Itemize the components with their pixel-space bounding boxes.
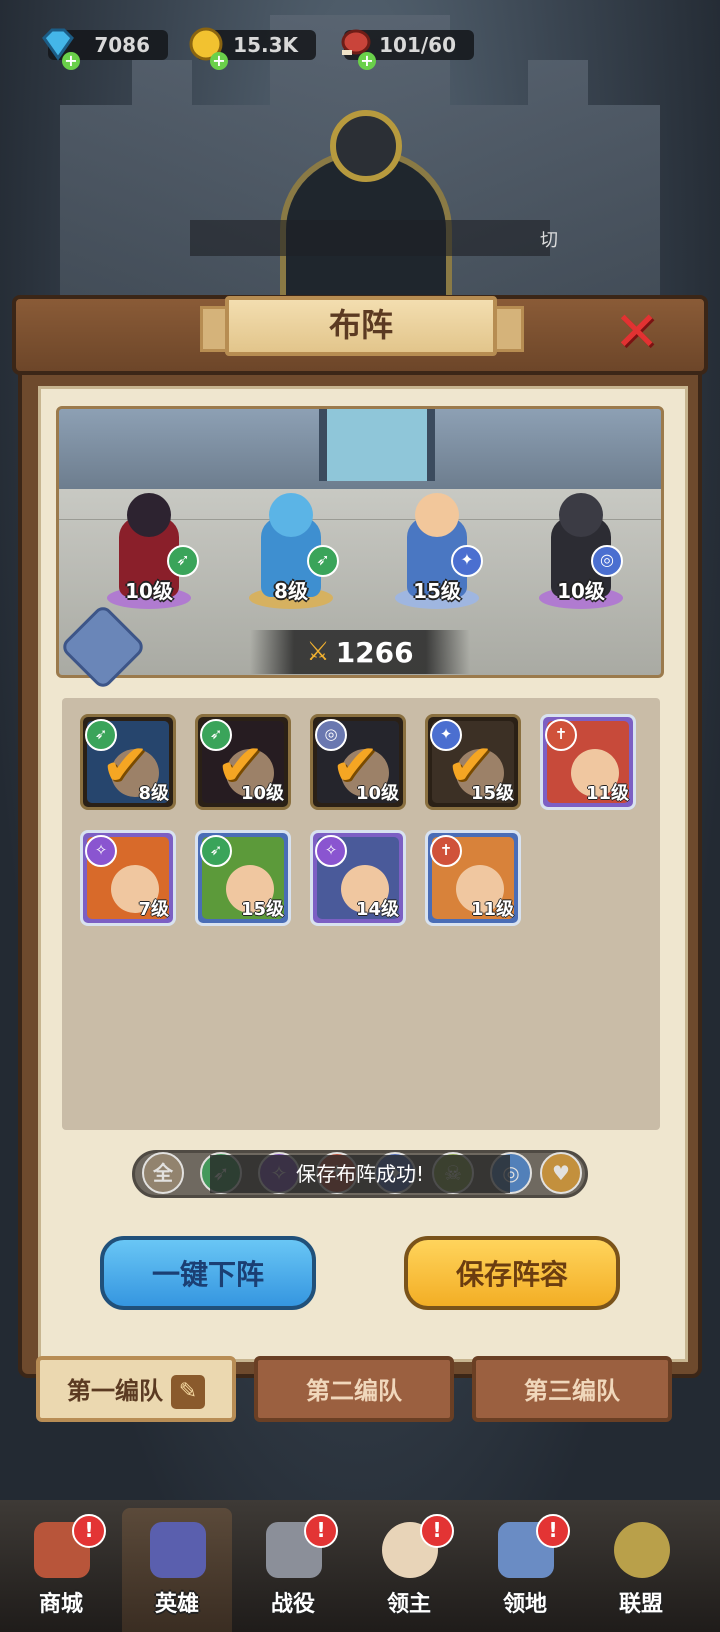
nav-campaign[interactable]: ! 战役 [238, 1508, 348, 1632]
hero-head [127, 493, 171, 537]
castle-emblem [330, 110, 402, 182]
hero-card-level: 11级 [470, 899, 514, 920]
hero-4-level: 10级 [557, 579, 605, 603]
unequip-all-button[interactable]: 一键下阵 [100, 1236, 316, 1310]
cross-icon: ✝ [545, 719, 577, 751]
notice-strip [190, 220, 550, 256]
hero-card[interactable]: ✧ 14级 [310, 830, 406, 926]
tab-team-2[interactable]: 第二编队 [254, 1356, 454, 1422]
bow-icon: ➶ [200, 835, 232, 867]
filter-all[interactable]: 全 [142, 1152, 184, 1194]
territory-alert-icon: ! [536, 1514, 570, 1548]
sword-power-icon: ⚔ [306, 637, 330, 667]
filter-heart-icon[interactable]: ♥ [540, 1152, 582, 1194]
nav-territory[interactable]: ! 领地 [470, 1508, 580, 1632]
hero-card[interactable]: ✝ 11级 [540, 714, 636, 810]
save-success-toast: 保存布阵成功! [210, 1155, 510, 1193]
hero-4-class-icon: ◎ [591, 545, 623, 577]
tab-team-1[interactable]: 第一编队 ✎ [36, 1356, 236, 1422]
team-power-value: 1266 [335, 635, 414, 669]
add-gems-icon[interactable]: + [62, 52, 80, 70]
hero-card[interactable]: ◎ ✔ 10级 [310, 714, 406, 810]
hero-head [415, 493, 459, 537]
tab-team-1-label: 第一编队 [67, 1377, 163, 1405]
hero-card-level: 8级 [138, 783, 169, 804]
lord-alert-icon: ! [420, 1514, 454, 1548]
tab-team-3[interactable]: 第三编队 [472, 1356, 672, 1422]
hero-3-level: 15级 [413, 579, 461, 603]
nav-heroes[interactable]: 英雄 [122, 1508, 232, 1632]
shop-alert-icon: ! [72, 1514, 106, 1548]
hero-card-level: 10级 [240, 783, 284, 804]
save-lineup-button[interactable]: 保存阵容 [404, 1236, 620, 1310]
nav-lord[interactable]: ! 领主 [354, 1508, 464, 1632]
nav-campaign-label: 战役 [270, 1592, 315, 1617]
add-gold-icon[interactable]: + [210, 52, 228, 70]
hero-card-level: 15级 [240, 899, 284, 920]
hero-card[interactable]: ✝ 11级 [425, 830, 521, 926]
cross-icon: ✝ [430, 835, 462, 867]
hero-card[interactable]: ➶ ✔ 8级 [80, 714, 176, 810]
gems-value: 7086 [94, 33, 150, 57]
hero-card-level: 7级 [138, 899, 169, 920]
close-x-icon: ✕ [614, 300, 660, 363]
gold-counter[interactable]: + 15.3K [189, 27, 316, 70]
knight-helmet-icon [614, 1522, 670, 1578]
nav-territory-label: 领地 [502, 1592, 547, 1617]
hero-card[interactable]: ✦ ✔ 15级 [425, 714, 521, 810]
hero-card-level: 14级 [355, 899, 399, 920]
hero-card-level: 11级 [585, 783, 629, 804]
team-power: ⚔ 1266 [250, 630, 470, 674]
hero-head [559, 493, 603, 537]
campaign-alert-icon: ! [304, 1514, 338, 1548]
nav-heroes-label: 英雄 [154, 1592, 199, 1617]
add-meat-icon[interactable]: + [358, 52, 376, 70]
hero-card-level: 10级 [355, 783, 399, 804]
nav-lord-label: 领主 [386, 1592, 431, 1617]
gems-counter[interactable]: + 7086 [42, 28, 168, 70]
hero-card-level: 15级 [470, 783, 514, 804]
meat-value: 101/60 [379, 33, 456, 57]
hero-3-class-icon: ✦ [451, 545, 483, 577]
hero-1-level: 10级 [125, 579, 173, 603]
hero-card[interactable]: ➶ ✔ 10级 [195, 714, 291, 810]
hero-card[interactable]: ➶ 15级 [195, 830, 291, 926]
edit-feather-icon[interactable]: ✎ [171, 1375, 205, 1409]
arena-gate [319, 409, 435, 481]
nav-alliance-label: 联盟 [618, 1592, 663, 1617]
hero-1-class-icon: ➶ [167, 545, 199, 577]
nav-alliance[interactable]: 联盟 [586, 1508, 696, 1632]
dialog-title: 布阵 [225, 296, 497, 356]
nav-shop-label: 商城 [38, 1592, 83, 1617]
hero-2-class-icon: ➶ [307, 545, 339, 577]
notice-glyph: 切 [540, 230, 558, 251]
hero-2-level: 8级 [274, 579, 308, 603]
staff-icon: ✧ [85, 835, 117, 867]
nav-shop[interactable]: ! 商城 [6, 1508, 116, 1632]
hero-card[interactable]: ✧ 7级 [80, 830, 176, 926]
hero-head [269, 493, 313, 537]
hero-cards-icon [150, 1522, 206, 1578]
staff-icon: ✧ [315, 835, 347, 867]
close-button[interactable]: ✕ [614, 305, 659, 359]
gold-value: 15.3K [233, 33, 298, 57]
meat-counter[interactable]: + 101/60 [341, 29, 474, 70]
